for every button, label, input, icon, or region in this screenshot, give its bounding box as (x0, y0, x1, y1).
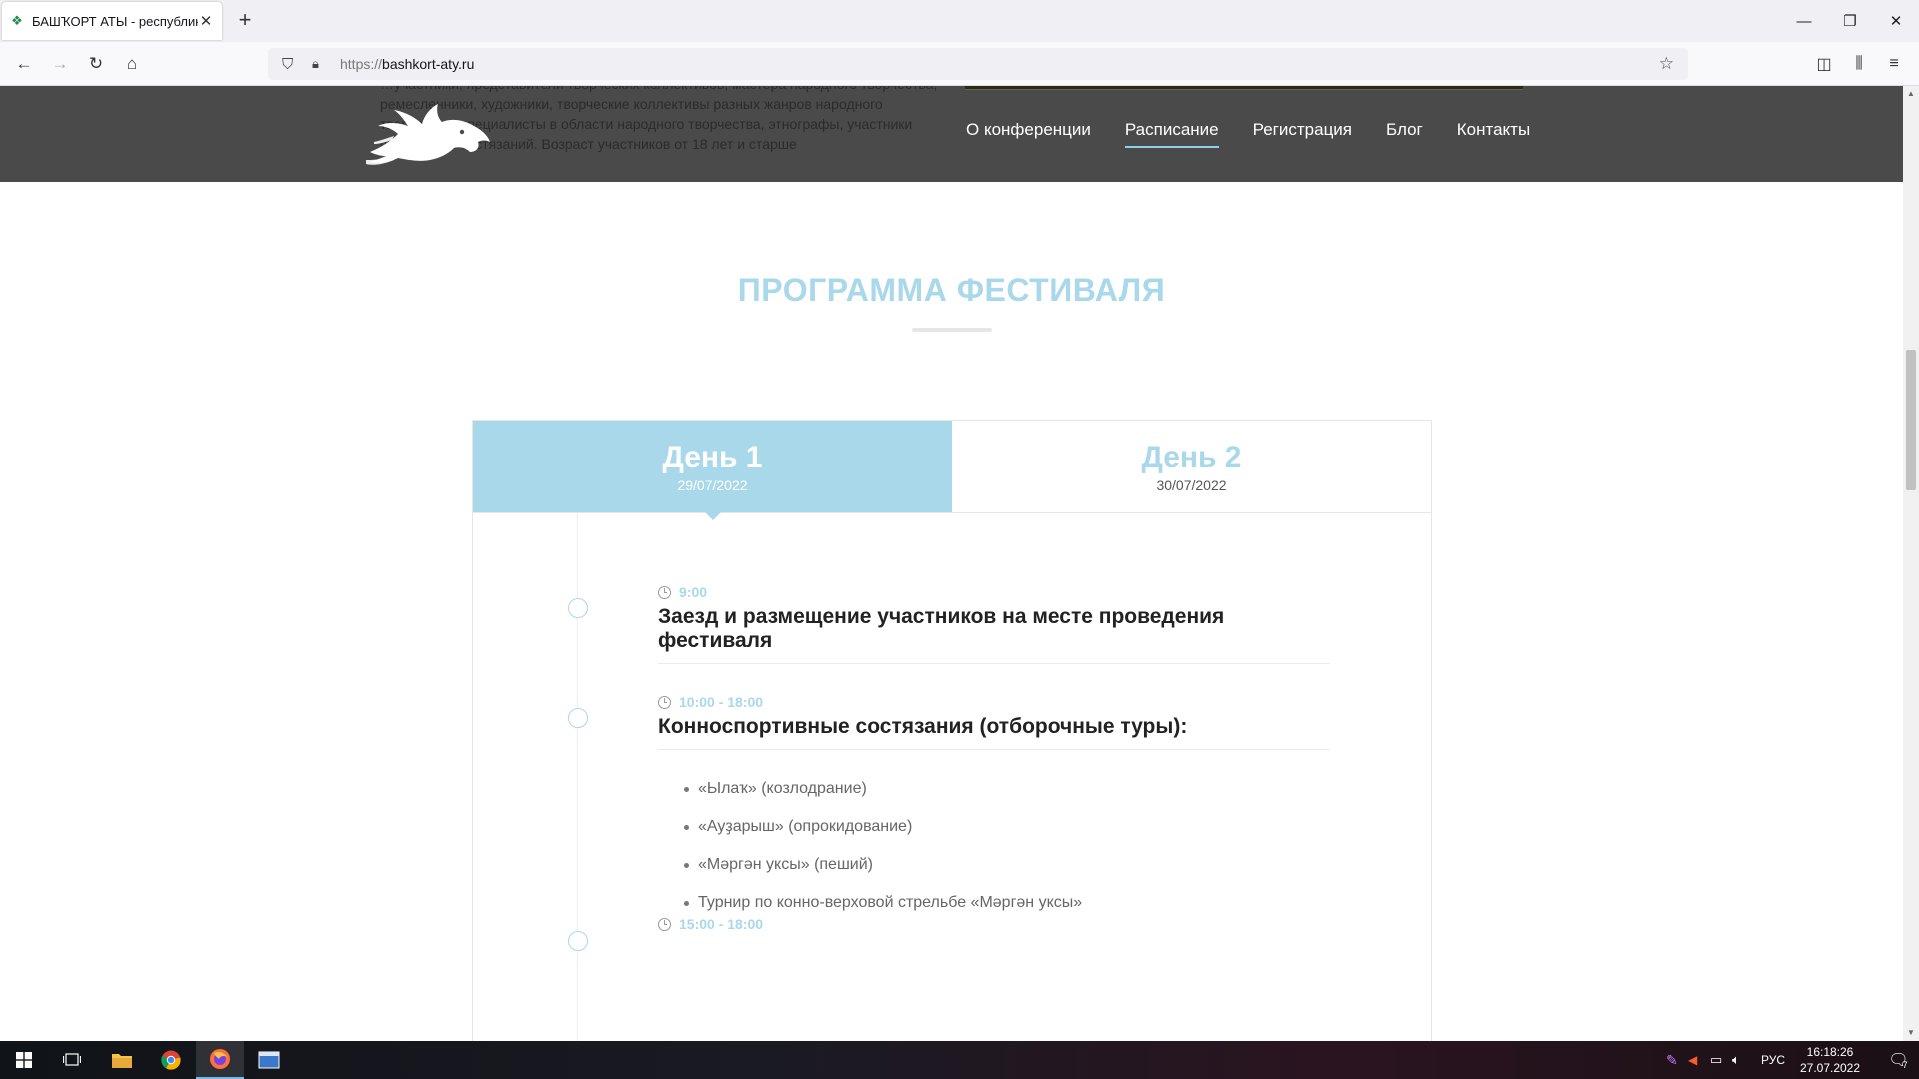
schedule-event: 15:00 - 18:00 (658, 915, 1330, 933)
event-title: Конноспортивные состязания (отборочные т… (658, 715, 1330, 750)
tab-day-2[interactable]: День 2 30/07/2022 (952, 421, 1431, 512)
clock-icon (658, 917, 671, 931)
library-icon[interactable]: ⫼ (1847, 52, 1871, 76)
tab-day-name: День 2 (1141, 440, 1242, 474)
input-language[interactable]: РУС (1756, 1053, 1790, 1067)
nav-link-contacts[interactable]: Контакты (1457, 120, 1530, 148)
app-window-icon[interactable] (245, 1041, 293, 1079)
action-center-icon[interactable]: 🗨︎ 7 (1878, 1041, 1918, 1079)
timeline-dot (568, 931, 588, 951)
notification-flag-icon[interactable]: ◀ (1688, 1053, 1710, 1067)
event-time: 9:00 (658, 583, 1330, 601)
main-nav-menu: О конференции Расписание Регистрация Бло… (966, 120, 1530, 148)
firefox-icon[interactable] (196, 1041, 244, 1079)
site-favicon-icon: ❖ (11, 13, 23, 28)
notification-count: 7 (1902, 1060, 1908, 1070)
clock-time: 16:18:26 (1806, 1045, 1854, 1059)
nav-link-schedule[interactable]: Расписание (1124, 120, 1219, 148)
section-title: ПРОГРАММА ФЕСТИВАЛЯ (737, 272, 1166, 308)
scroll-up-icon[interactable]: ▲ (1903, 86, 1919, 102)
window-close-button[interactable]: ✕ (1873, 0, 1919, 42)
volume-icon[interactable]: 🔈︎ (1732, 1052, 1756, 1068)
windows-taskbar: ✎ ◀ ▭ 🔈︎ РУС 16:18:26 27.07.2022 🗨︎ 7 (0, 1041, 1919, 1079)
nav-link-registration[interactable]: Регистрация (1253, 120, 1352, 148)
page-viewport: …участники, представители творческих кол… (0, 86, 1903, 1041)
tab-day-name: День 1 (662, 440, 763, 474)
tab-close-icon[interactable]: ✕ (198, 12, 214, 30)
file-explorer-icon[interactable] (98, 1041, 146, 1079)
nav-link-blog[interactable]: Блог (1386, 120, 1423, 148)
pen-icon[interactable]: ✎ (1666, 1052, 1688, 1069)
event-time: 10:00 - 18:00 (658, 693, 1330, 711)
schedule-event: 9:00 Заезд и размещение участников на ме… (658, 583, 1330, 664)
timeline-dot (568, 708, 588, 728)
window-restore-button[interactable]: ❐ (1827, 0, 1873, 42)
home-icon[interactable]: ⌂ (118, 50, 146, 78)
tracking-shield-icon[interactable]: ⛉ (282, 56, 300, 73)
schedule-event: 10:00 - 18:00 Конноспортивные состязания… (658, 693, 1330, 922)
horse-logo-icon[interactable] (364, 100, 494, 170)
scroll-down-icon[interactable]: ▼ (1903, 1025, 1919, 1041)
windows-start-icon[interactable] (0, 1041, 48, 1079)
address-bar[interactable]: ⛉ 🔒︎ https://bashkort-aty.ru ☆ (268, 48, 1688, 80)
schedule-panel: День 1 29/07/2022 День 2 30/07/2022 9:00… (472, 420, 1432, 1041)
new-tab-button[interactable]: + (232, 8, 258, 34)
header-image-edge (965, 86, 1523, 90)
tab-day-1[interactable]: День 1 29/07/2022 (473, 421, 952, 520)
bookmark-star-icon[interactable]: ☆ (1659, 54, 1674, 74)
chrome-icon[interactable] (147, 1041, 195, 1079)
title-divider (912, 328, 992, 332)
event-title: Заезд и размещение участников на месте п… (658, 605, 1330, 664)
list-item: «Ауҙарыш» (опрокидование) (684, 808, 1330, 846)
menu-hamburger-icon[interactable]: ≡ (1882, 52, 1906, 76)
lock-icon[interactable]: 🔒︎ (312, 56, 328, 72)
list-item: «Мәргән уксы» (пеший) (684, 846, 1330, 884)
tab-day-date: 30/07/2022 (1156, 476, 1227, 493)
scrollbar-thumb[interactable] (1906, 350, 1916, 490)
network-icon[interactable]: ▭ (1710, 1052, 1732, 1068)
taskbar-clock[interactable]: 16:18:26 27.07.2022 (1796, 1044, 1864, 1076)
event-item-list: «Ылаҡ» (козлодрание) «Ауҙарыш» (опрокидо… (658, 770, 1330, 922)
browser-tab-bar: ❖ БАШҠОРТ АТЫ - республикан ✕ + — ❐ ✕ (0, 0, 1919, 42)
window-minimize-button[interactable]: — (1781, 0, 1827, 42)
url-text: https://bashkort-aty.ru (340, 56, 475, 72)
day-tabs: День 1 29/07/2022 День 2 30/07/2022 (473, 421, 1431, 520)
page-scrollbar[interactable]: ▲ ▼ (1903, 86, 1919, 1041)
forward-arrow-icon[interactable]: → (46, 50, 74, 78)
clock-date: 27.07.2022 (1799, 1061, 1861, 1075)
timeline-dot (568, 598, 588, 618)
event-time: 15:00 - 18:00 (658, 915, 1330, 933)
timeline-line (577, 513, 578, 1041)
system-tray: ✎ ◀ ▭ 🔈︎ РУС (1666, 1041, 1790, 1079)
nav-link-about[interactable]: О конференции (966, 120, 1091, 148)
browser-tab[interactable]: ❖ БАШҠОРТ АТЫ - республикан ✕ (2, 2, 222, 40)
clock-icon (658, 585, 671, 599)
browser-nav-bar: ← → ↻ ⌂ ⛉ 🔒︎ https://bashkort-aty.ru ☆ ◫… (0, 42, 1919, 86)
tab-day-date: 29/07/2022 (677, 476, 748, 493)
reload-icon[interactable]: ↻ (82, 50, 110, 78)
pocket-icon[interactable]: ◫ (1812, 52, 1836, 76)
list-item: «Ылаҡ» (козлодрание) (684, 770, 1330, 808)
tab-title: БАШҠОРТ АТЫ - республикан (32, 13, 198, 29)
task-view-icon[interactable] (48, 1041, 96, 1079)
clock-icon (658, 695, 671, 709)
back-arrow-icon[interactable]: ← (10, 50, 38, 78)
site-header: …участники, представители творческих кол… (0, 86, 1903, 182)
